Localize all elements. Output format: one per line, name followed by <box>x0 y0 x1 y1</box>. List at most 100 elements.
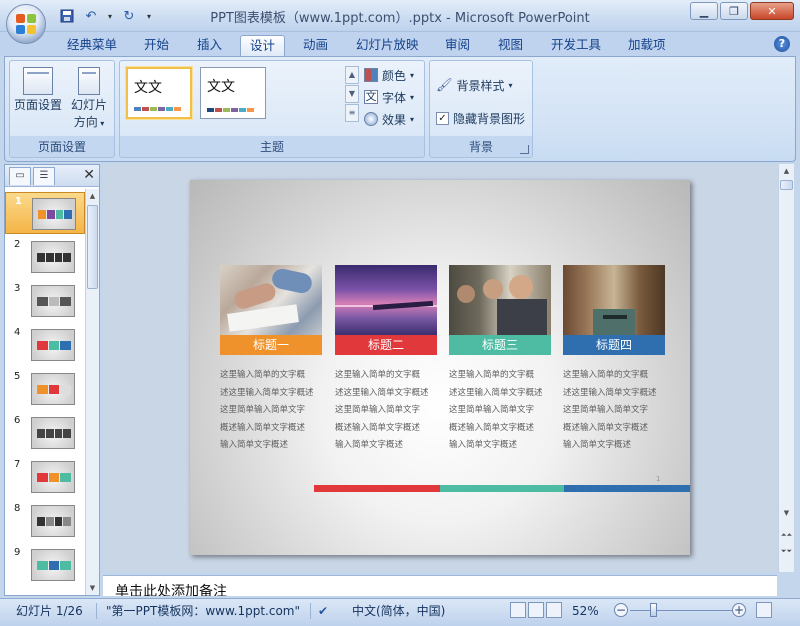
scroll-down-icon[interactable]: ▼ <box>86 581 99 595</box>
close-icon[interactable]: ✕ <box>83 167 95 183</box>
background-styles-button[interactable]: 🖌 背景样式 ▾ <box>436 75 513 95</box>
tab-review[interactable]: 审阅 <box>436 35 479 56</box>
slide-thumbnail[interactable]: 8 <box>5 500 85 542</box>
colors-icon <box>364 68 378 82</box>
slide-thumbnail[interactable]: 9 <box>5 544 85 586</box>
zoom-slider-thumb[interactable] <box>650 603 657 617</box>
restore-button[interactable]: ❐ <box>720 2 748 20</box>
theme-effects-label: 效果 <box>382 112 407 127</box>
slide-thumbnail-image <box>31 461 75 493</box>
status-separator <box>310 603 311 619</box>
zoom-slider[interactable] <box>630 610 732 611</box>
zoom-out-icon[interactable]: − <box>614 603 628 617</box>
slide-thumbnail[interactable]: 6 <box>5 412 85 454</box>
card-description-3: 这里输入简单的文字概 述这里输入简单文字概述 这里简单输入简单文字 概述输入简单文字概… <box>449 370 543 450</box>
theme-fonts-button[interactable]: 文 字体 ▾ <box>364 87 414 107</box>
spelling-check-icon[interactable]: ✔ <box>318 603 328 619</box>
theme-color-bars <box>207 108 254 112</box>
slide-thumbnail[interactable]: 1 <box>5 192 85 234</box>
tab-insert[interactable]: 插入 <box>188 35 231 56</box>
slide-counter: 幻灯片 1/26 <box>16 604 83 618</box>
tab-design[interactable]: 设计 <box>240 35 286 56</box>
language-indicator[interactable]: 中文(简体，中国) <box>352 603 445 619</box>
group-label-themes: 主题 <box>259 140 284 154</box>
card-photo-venice <box>563 265 665 335</box>
zoom-level[interactable]: 52% <box>572 603 599 619</box>
scroll-down-icon[interactable]: ▼ <box>779 506 794 520</box>
hide-background-graphics[interactable]: ✓ 隐藏背景图形 <box>436 108 525 128</box>
card-title-4: 标题四 <box>563 335 665 355</box>
scrollbar-thumb[interactable] <box>780 180 793 190</box>
scrollbar-thumb[interactable] <box>87 205 98 289</box>
fit-to-window-icon[interactable] <box>756 602 772 618</box>
slide-thumbnail-image <box>31 329 75 361</box>
gallery-up-icon[interactable]: ▲ <box>345 66 359 84</box>
slide-orientation-label-1: 幻灯片 <box>70 98 107 112</box>
slides-pane-tabs: ▭ ☰ ✕ <box>5 165 99 187</box>
help-icon[interactable]: ? <box>774 36 790 52</box>
card-photo-pier <box>335 265 437 335</box>
close-button[interactable]: ✕ <box>750 2 794 20</box>
footer-bar-red <box>314 485 440 492</box>
slide-thumbnail[interactable]: 4 <box>5 324 85 366</box>
group-background: 🖌 背景样式 ▾ ✓ 隐藏背景图形 背景 <box>429 60 533 158</box>
slide-thumbnail-image <box>31 285 75 317</box>
normal-view-icon[interactable] <box>510 602 526 618</box>
notes-pane[interactable]: 单击此处添加备注 <box>103 575 777 596</box>
slide-orientation-button[interactable]: 幻灯片 方向 ▾ <box>64 67 114 132</box>
group-page-setup: 页面设置 幻灯片 方向 ▾ 页面设置 <box>9 60 115 158</box>
slide-thumbnails: 1 2 3 4 5 6 7 8 9 <box>5 189 85 595</box>
slide-thumbnail-number: 3 <box>14 283 21 294</box>
scroll-up-icon[interactable]: ▲ <box>86 189 99 203</box>
slides-tab-icon[interactable]: ▭ <box>9 167 31 185</box>
tab-developer[interactable]: 开发工具 <box>542 35 610 56</box>
content-card-4[interactable]: 标题四 这里输入简单的文字概 述这里输入简单文字概述 这里简单输入简单文字 概述输入简… <box>563 265 665 455</box>
theme-colors-button[interactable]: 颜色 ▾ <box>364 65 414 85</box>
card-title-1: 标题一 <box>220 335 322 355</box>
slide-thumbnail[interactable]: 5 <box>5 368 85 410</box>
theme-fonts-label: 字体 <box>382 90 407 105</box>
slide-thumbnail-image <box>32 198 76 230</box>
tab-slideshow[interactable]: 幻灯片放映 <box>347 35 428 56</box>
theme-thumbnail-2[interactable]: 文文 <box>200 67 266 119</box>
tab-addins[interactable]: 加载项 <box>619 35 675 56</box>
page-setup-icon <box>23 67 53 95</box>
theme-thumbnail-1[interactable]: 文文 <box>126 67 192 119</box>
background-styles-label: 背景样式 <box>456 78 505 93</box>
slide-thumbnail[interactable]: 7 <box>5 456 85 498</box>
page-setup-button[interactable]: 页面设置 <box>14 67 62 114</box>
tab-classic-menu[interactable]: 经典菜单 <box>58 35 126 56</box>
tab-view[interactable]: 视图 <box>489 35 532 56</box>
dialog-launcher-icon[interactable] <box>520 145 529 154</box>
main-scrollbar[interactable]: ▲ ▼ ⏶⏶ ⏷⏷ <box>778 164 794 572</box>
ribbon: 页面设置 幻灯片 方向 ▾ 页面设置 文文 文文 ▲ ▼ ≡ 颜色 ▾ 文 字体… <box>4 56 796 162</box>
theme-thumbnail-1-text: 文文 <box>134 80 162 96</box>
gallery-down-icon[interactable]: ▼ <box>345 85 359 103</box>
previous-slide-icon[interactable]: ⏶⏶ <box>779 528 794 542</box>
hide-background-graphics-label: 隐藏背景图形 <box>453 111 526 126</box>
slide-sorter-view-icon[interactable] <box>528 602 544 618</box>
window-title: PPT图表模板（www.1ppt.com）.pptx - Microsoft P… <box>210 11 590 26</box>
office-button[interactable] <box>6 4 46 44</box>
window-controls: ▁ ❐ ✕ <box>690 2 794 20</box>
tab-home[interactable]: 开始 <box>135 35 178 56</box>
minimize-button[interactable]: ▁ <box>690 2 718 20</box>
slide-thumbnail-number: 2 <box>14 239 21 250</box>
slide-thumbnail[interactable]: 2 <box>5 236 85 278</box>
outline-tab-icon[interactable]: ☰ <box>33 167 55 185</box>
tab-animation[interactable]: 动画 <box>294 35 337 56</box>
next-slide-icon[interactable]: ⏷⏷ <box>779 544 794 558</box>
scroll-up-icon[interactable]: ▲ <box>779 164 794 178</box>
slide-thumbnail[interactable]: 3 <box>5 280 85 322</box>
checkbox-checked-icon[interactable]: ✓ <box>436 111 449 125</box>
content-card-3[interactable]: 标题三 这里输入简单的文字概 述这里输入简单文字概述 这里简单输入简单文字 概述输入简… <box>449 265 551 455</box>
zoom-in-icon[interactable]: + <box>732 603 746 617</box>
slide-orientation-icon <box>78 67 100 95</box>
content-card-2[interactable]: 标题二 这里输入简单的文字概 述这里输入简单文字概述 这里简单输入简单文字 概述输入简… <box>335 265 437 455</box>
theme-effects-button[interactable]: 效果 ▾ <box>364 109 414 129</box>
slides-pane-scrollbar[interactable]: ▲ ▼ <box>85 189 99 595</box>
content-card-1[interactable]: 标题一 这里输入简单的文字概 述这里输入简单文字概述 这里简单输入简单文字 概述输入简… <box>220 265 322 455</box>
slideshow-view-icon[interactable] <box>546 602 562 618</box>
gallery-more-icon[interactable]: ≡ <box>345 104 359 122</box>
slide-canvas[interactable]: 标题一 这里输入简单的文字概 述这里输入简单文字概述 这里简单输入简单文字 概述输入简… <box>190 180 690 555</box>
